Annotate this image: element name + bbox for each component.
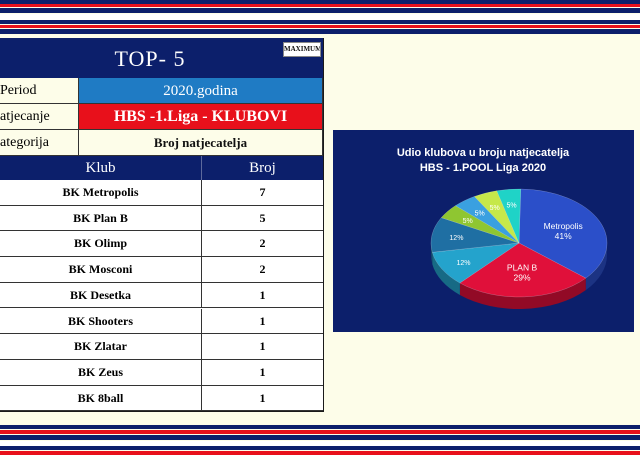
table-row: BK Plan B 5 [0,205,323,232]
category-row: ategorija Broj natjecatelja [0,130,323,156]
club-count: 2 [202,231,323,258]
club-name: BK 8ball [0,385,202,411]
pie-chart: Udio klubova u broju natjecatelja HBS - 1… [397,147,608,309]
table-row: BK 8ball 1 [0,385,323,411]
competition-label: atjecanje [0,104,79,130]
table-header: Klub Broj [0,156,323,180]
category-label: ategorija [0,130,79,156]
club-name: BK Olimp [0,231,202,258]
club-count: 1 [202,283,323,309]
period-value: 2020.godina [79,78,323,104]
slice-label: Metropolis [544,221,583,231]
table-title-bar: TOP- 5 MAXIMUM [0,38,323,78]
table-row: BK Mosconi 2 [0,257,323,283]
slice-value-label: 29% [514,273,531,283]
slice-value-label: 5% [475,210,485,217]
club-count: 1 [202,334,323,360]
slice-value-label: 5% [506,202,516,209]
competition-row: atjecanje HBS -1.Liga - KLUBOVI [0,104,323,130]
club-count: 7 [202,180,323,206]
chart-title: Udio klubova u broju natjecatelja [397,147,570,159]
table-row: BK Desetka 1 [0,282,323,309]
category-value: Broj natjecatelja [79,130,323,156]
club-count: 1 [202,386,323,411]
column-header-club: Klub [0,156,202,180]
table-row: BK Olimp 2 [0,231,323,258]
maximum-logo: MAXIMUM [283,42,321,57]
club-name: BK Zeus [0,359,202,386]
competition-value: HBS -1.Liga - KLUBOVI [79,104,323,130]
slice-value-label: 12% [449,235,463,242]
club-name: BK Plan B [0,205,202,232]
chart-subtitle: HBS - 1.POOL Liga 2020 [420,162,546,174]
table-row: BK Zlatar 1 [0,334,323,360]
club-count: 2 [202,257,323,283]
table-row: BK Metropolis 7 [0,180,323,206]
slice-value-label: 41% [555,231,572,241]
slice-label: PLAN B [507,263,538,273]
top-decorative-stripes [0,0,640,36]
club-name: BK Mosconi [0,257,202,283]
table-row: BK Shooters 1 [0,308,323,335]
club-name: BK Zlatar [0,334,202,360]
bottom-decorative-stripes [0,425,640,455]
column-header-count: Broj [249,160,276,176]
table-title: TOP- 5 [114,46,186,71]
club-name: BK Desetka [0,282,202,309]
table-row: BK Zeus 1 [0,359,323,386]
top5-table: TOP- 5 MAXIMUM Period 2020.godina atjeca… [0,38,324,412]
slice-value-label: 5% [490,205,500,212]
club-count: 5 [202,206,323,232]
period-row: Period 2020.godina [0,78,323,104]
slice-value-label: 12% [456,260,470,267]
club-name: BK Shooters [0,308,202,335]
slice-value-label: 5% [463,218,473,225]
club-count: 1 [202,309,323,335]
period-label: Period [0,78,79,104]
club-count: 1 [202,360,323,386]
club-name: BK Metropolis [0,180,202,206]
pie-chart-panel: Udio klubova u broju natjecatelja HBS - 1… [333,130,634,332]
